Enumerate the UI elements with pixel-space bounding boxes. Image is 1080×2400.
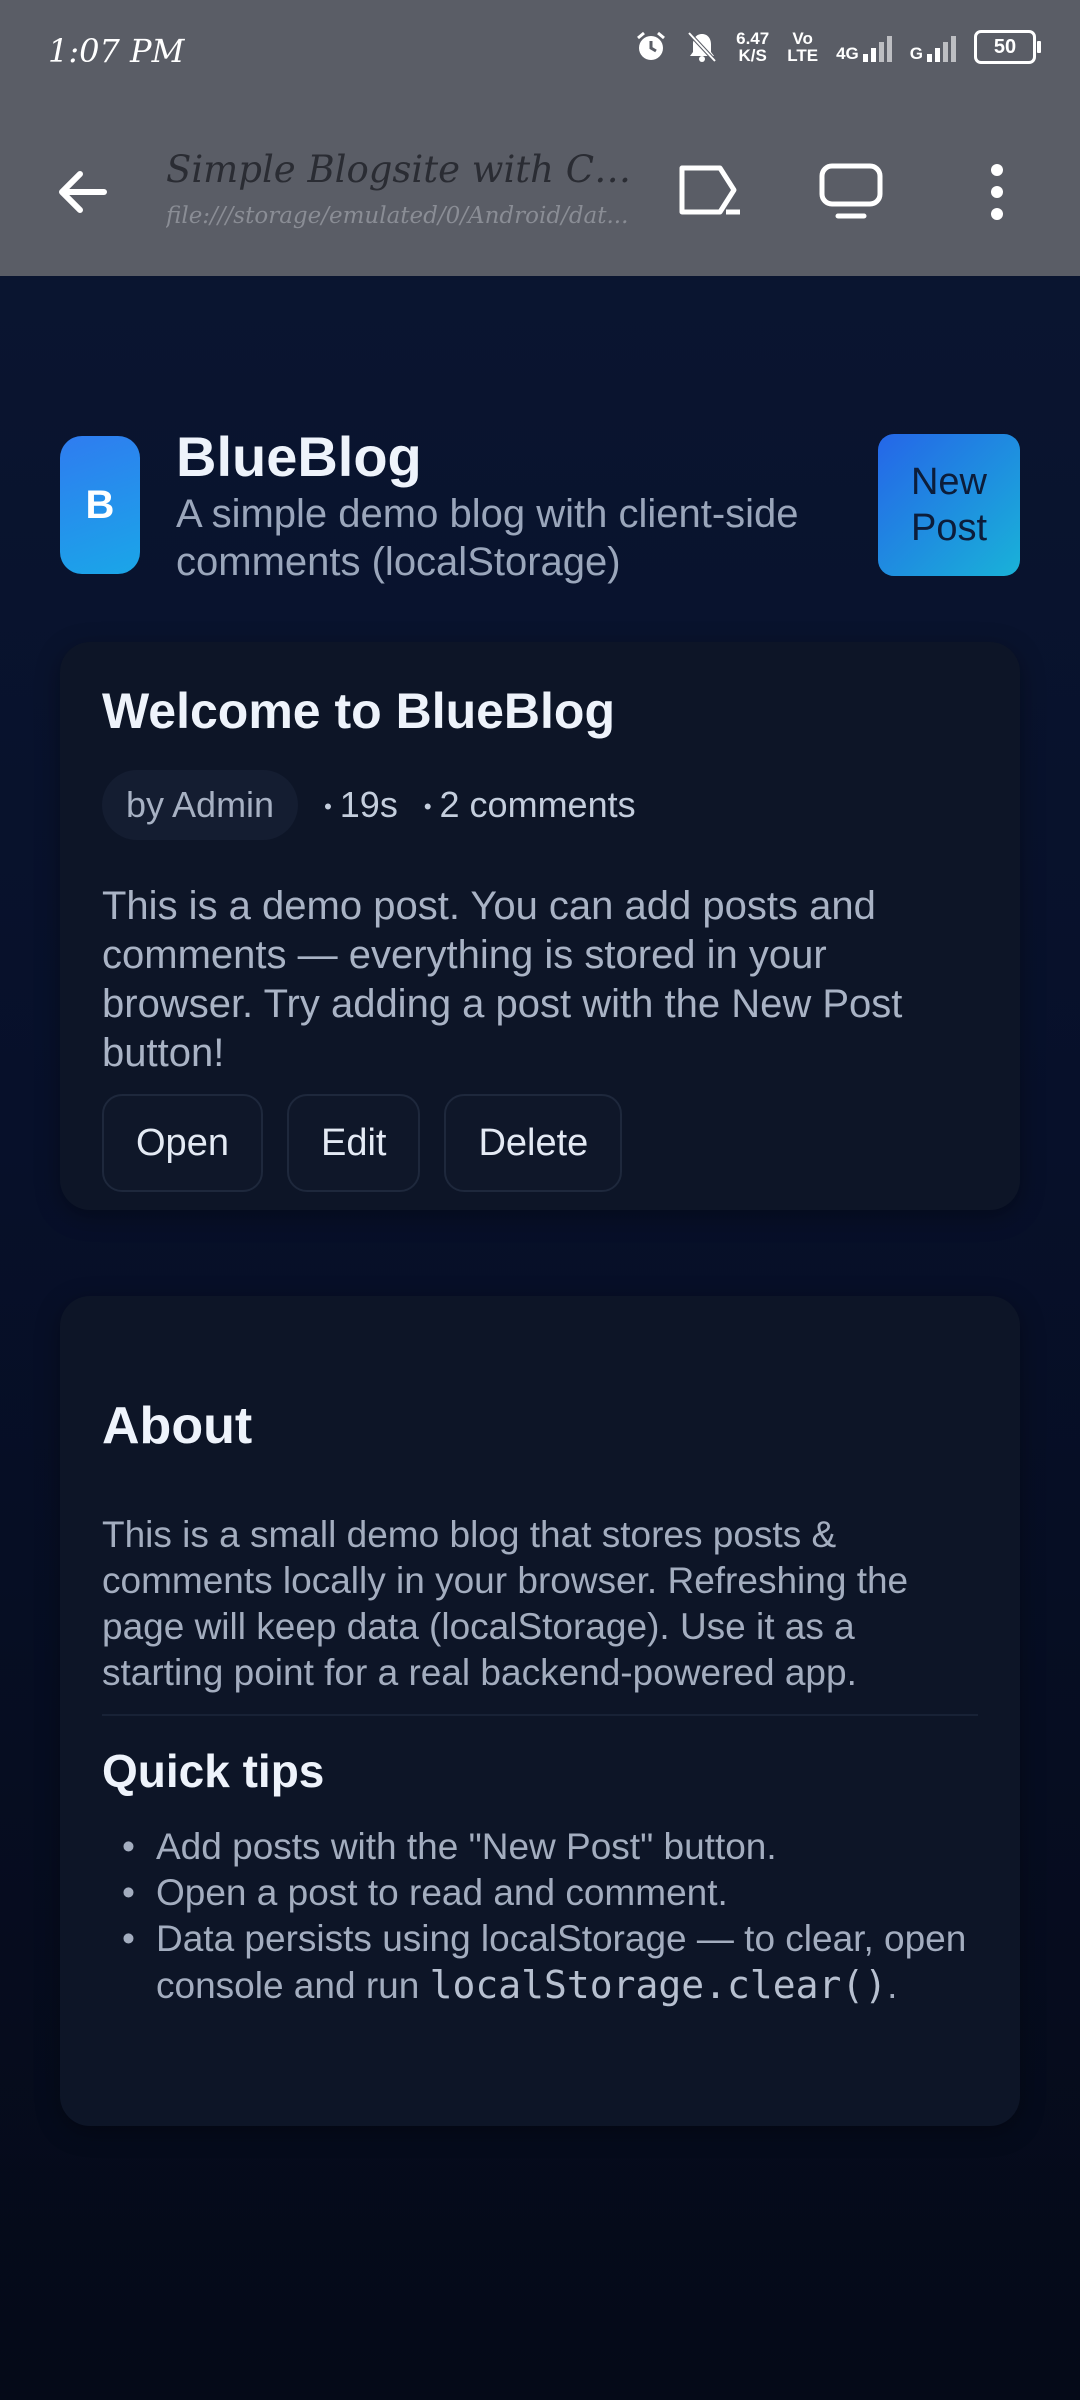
- edit-post-button[interactable]: Edit: [286, 1094, 421, 1192]
- about-card: About This is a small demo blog that sto…: [60, 1296, 1020, 2126]
- post-comment-count: 2 comments: [439, 784, 636, 825]
- cast-icon[interactable]: [676, 160, 746, 224]
- quick-tips-list: Add posts with the "New Post" button. Op…: [102, 1824, 1036, 2009]
- brand-logo: B: [60, 436, 140, 574]
- tip-item: Open a post to read and comment.: [122, 1870, 1036, 1916]
- post-meta: by Admin • 19s • 2 comments: [102, 770, 636, 840]
- page-title: Simple Blogsite with Comme...: [166, 148, 636, 191]
- volte-top: Vo: [792, 29, 813, 48]
- second-sim-indicator: G: [910, 32, 956, 62]
- net-speed-unit: K/S: [738, 46, 767, 65]
- post-author-badge: by Admin: [102, 770, 299, 840]
- mute-icon: [687, 31, 717, 63]
- desktop-site-icon[interactable]: [816, 160, 886, 224]
- quick-tips-title: Quick tips: [102, 1745, 325, 1797]
- about-title: About: [102, 1397, 253, 1455]
- brand-subtitle: A simple demo blog with client-side comm…: [176, 492, 799, 584]
- status-bar: 1:07 PM 6.47 K/S Vo LTE 4G G 50: [0, 0, 1080, 108]
- volte-indicator: Vo LTE: [787, 30, 818, 64]
- net-speed-value: 6.47: [736, 29, 770, 48]
- dot-icon: •: [324, 794, 332, 820]
- divider: [102, 1714, 978, 1716]
- post-body: This is a demo post. You can add posts a…: [102, 884, 903, 1075]
- alarm-icon: [637, 31, 666, 60]
- signal-icon: [862, 32, 892, 62]
- post-age: 19s: [339, 784, 398, 825]
- status-time: 1:07 PM: [48, 32, 185, 70]
- net-speed: 6.47 K/S: [736, 30, 769, 64]
- post-age-item: • 19s: [324, 784, 398, 826]
- page-url: file:///storage/emulated/0/Android/dat..…: [166, 203, 629, 229]
- new-post-label: New Post: [910, 461, 988, 549]
- tip-item: Data persists using localStorage — to cl…: [122, 1916, 1036, 2009]
- battery-icon: 50: [974, 30, 1041, 64]
- address-bar[interactable]: Simple Blogsite with Comme... file:///st…: [166, 148, 636, 229]
- post-comments-item: • 2 comments: [424, 784, 636, 826]
- brand-title: BlueBlog: [176, 425, 422, 488]
- network-type: 4G: [836, 44, 859, 63]
- post-title: Welcome to BlueBlog: [102, 683, 616, 739]
- volte-bottom: LTE: [787, 46, 819, 65]
- battery-level: 50: [993, 35, 1017, 58]
- dot-icon: •: [423, 794, 432, 820]
- second-sim-type: G: [909, 44, 923, 63]
- post-card: Welcome to BlueBlog by Admin • 19s • 2 com…: [60, 642, 1020, 1210]
- more-menu-icon[interactable]: [962, 160, 1032, 224]
- signal-icon-2: [927, 32, 956, 62]
- network-indicator: 4G: [836, 32, 892, 62]
- open-post-button[interactable]: Open: [102, 1094, 263, 1192]
- page-content: B BlueBlog A simple demo blog with clien…: [0, 276, 1080, 2400]
- delete-post-button[interactable]: Delete: [444, 1094, 623, 1192]
- tip-code: localStorage.clear(): [429, 1963, 888, 2007]
- logo-letter: B: [85, 482, 115, 527]
- new-post-button[interactable]: New Post: [878, 434, 1020, 576]
- tip-item: Add posts with the "New Post" button.: [122, 1824, 1036, 1870]
- tip-end: .: [887, 1965, 898, 2006]
- browser-toolbar: Simple Blogsite with Comme... file:///st…: [0, 108, 1080, 276]
- post-actions: Open Edit Delete: [102, 1094, 623, 1192]
- status-icons: 6.47 K/S Vo LTE 4G G 50: [634, 30, 1041, 64]
- back-arrow-icon[interactable]: [50, 160, 114, 224]
- about-text: This is a small demo blog that stores po…: [102, 1514, 909, 1693]
- browser-chrome: 1:07 PM 6.47 K/S Vo LTE 4G G 50 Simple B…: [0, 0, 1080, 276]
